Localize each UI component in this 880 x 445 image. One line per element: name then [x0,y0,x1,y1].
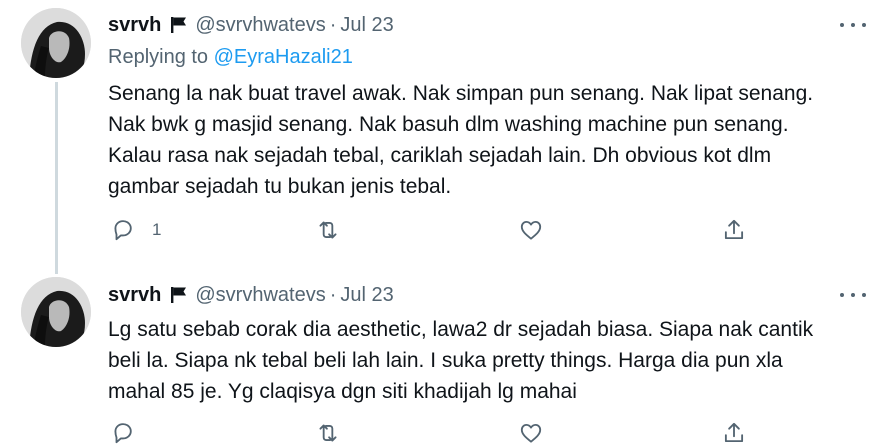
tweet-actions [108,418,768,445]
tweet-text-line: Senang la nak buat travel awak. Nak simp… [108,82,814,105]
avatar-image [21,8,91,78]
share-button[interactable] [721,215,747,245]
tweet-actions: 1 [108,215,768,245]
reply-button[interactable]: 1 [110,215,161,245]
reply-button[interactable] [110,418,136,445]
avatar-image [21,277,91,347]
display-name[interactable]: svrvh [108,14,161,37]
retweet-button[interactable] [315,215,341,245]
more-options-icon[interactable] [840,15,866,35]
like-button[interactable] [518,418,544,445]
mention-link[interactable]: @EyraHazali21 [214,46,353,68]
handle[interactable]: @svrvhwatevs [195,284,325,307]
separator: · [329,283,337,306]
tweet-text-line: Lg satu sebab corak dia aesthetic, lawa2… [108,318,814,341]
reply-icon [114,220,132,241]
share-button[interactable] [721,418,747,445]
tweet-header: svrvh @svrvhwatevs · Jul 23 [108,281,394,309]
like-button[interactable] [518,215,544,245]
thread-line [55,82,58,274]
retweet-icon [319,221,337,239]
reply-count: 1 [152,220,162,239]
avatar[interactable] [21,277,91,347]
like-icon [520,423,542,443]
replying-to-label: Replying to [108,46,214,68]
like-icon [520,220,542,240]
tweet-date[interactable]: Jul 23 [340,14,393,37]
display-name[interactable]: svrvh [108,284,161,307]
more-options-icon[interactable] [840,285,866,305]
replying-to: Replying to @EyraHazali21 [108,46,353,69]
tweet-text-line: mahal 85 je. Yg claqisya dgn siti khadij… [108,380,577,403]
tweet[interactable]: svrvh @svrvhwatevs · Jul 23 Lg satu seba… [0,262,880,445]
handle[interactable]: @svrvhwatevs [195,14,325,37]
tweet-date[interactable]: Jul 23 [340,284,393,307]
reply-icon [114,423,132,444]
tweet-text-line: beli la. Siapa nk tebal beli lah lain. I… [108,349,783,372]
retweet-button[interactable] [315,418,341,445]
share-icon [724,422,744,443]
tweet-text-line: Kalau rasa nak sejadah tebal, cariklah s… [108,144,772,167]
flag-icon [171,17,187,33]
share-icon [724,219,744,240]
tweet-text-line: gambar sejadah tu bukan jenis tebal. [108,175,452,198]
tweet-text-line: Nak bwk g masjid senang. Nak basuh dlm w… [108,113,789,136]
tweet[interactable]: svrvh @svrvhwatevs · Jul 23 Replying to … [0,0,880,274]
tweet-text: Senang la nak buat travel awak. Nak simp… [108,78,868,202]
flag-icon [171,287,187,303]
avatar[interactable] [21,8,91,78]
retweet-icon [319,424,337,442]
tweet-header: svrvh @svrvhwatevs · Jul 23 [108,11,394,39]
tweet-text: Lg satu sebab corak dia aesthetic, lawa2… [108,314,868,407]
separator: · [329,13,337,36]
